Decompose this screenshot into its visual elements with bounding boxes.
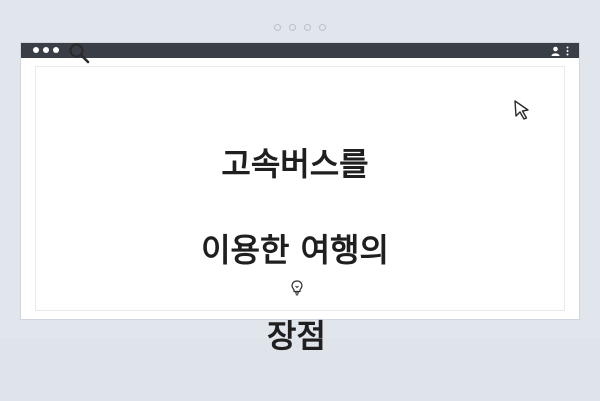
window-titlebar	[21, 43, 579, 58]
maximize-dot[interactable]	[53, 47, 59, 53]
window-controls	[33, 47, 59, 53]
title-line-2: 이용한 여행의	[201, 231, 389, 269]
search-icon	[69, 43, 90, 64]
pager-dot[interactable]	[304, 24, 311, 31]
cursor-icon	[514, 100, 529, 120]
pager-dot[interactable]	[274, 24, 281, 31]
titlebar-actions	[551, 45, 569, 56]
page-title: 고속버스를 이용한 여행의 장점	[180, 100, 440, 401]
more-vertical-icon[interactable]	[566, 46, 569, 56]
pager-dot[interactable]	[289, 24, 296, 31]
pager-dot[interactable]	[319, 24, 326, 31]
title-line-3: 장점	[267, 317, 326, 355]
slide-pager	[0, 24, 600, 32]
title-line-1: 고속버스를	[221, 145, 369, 183]
lightbulb-icon	[291, 280, 303, 296]
minimize-dot[interactable]	[43, 47, 49, 53]
user-icon[interactable]	[551, 46, 560, 56]
close-dot[interactable]	[33, 47, 39, 53]
page-background: 고속버스를 이용한 여행의 장점	[0, 0, 600, 355]
